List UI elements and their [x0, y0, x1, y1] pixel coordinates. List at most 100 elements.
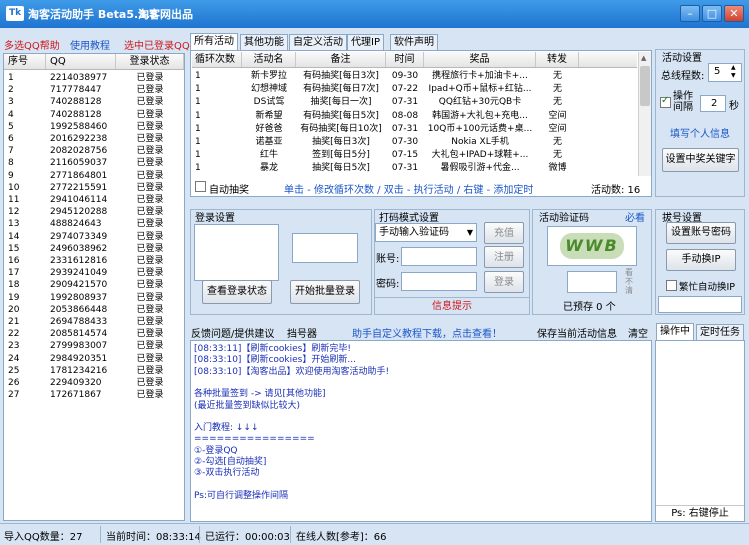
qq-table-row[interactable]: 7 2082028756 已登录 — [4, 145, 184, 157]
qq-table-row[interactable]: 6 2016292238 已登录 — [4, 133, 184, 145]
clear-log-link[interactable]: 清空 — [628, 325, 648, 340]
activity-table-header: 循环次数 活动名 备注 时间 奖品 转发 — [192, 52, 637, 68]
register-button[interactable]: 注册 — [484, 246, 524, 268]
qq-table-row[interactable]: 9 2771864801 已登录 — [4, 170, 184, 182]
activity-header-name[interactable]: 活动名 — [242, 52, 296, 67]
stepper-arrows-icon[interactable]: ▲ ▼ — [731, 64, 736, 80]
activity-table-row[interactable]: 1 好爸爸 有码抽奖[每日10次] 07-31 10Q币+100元话费+桌... 空间 — [192, 123, 579, 136]
activity-header-forward[interactable]: 转发 — [536, 52, 579, 67]
manual-change-ip-button[interactable]: 手动换IP — [666, 249, 736, 271]
qq-table-row[interactable]: 2 717778447 已登录 — [4, 84, 184, 96]
activity-header-prize[interactable]: 奖品 — [424, 52, 536, 67]
qq-table-row[interactable]: 13 488824643 已登录 — [4, 218, 184, 230]
qq-table-row[interactable]: 1 2214038977 已登录 — [4, 72, 184, 84]
qq-table-row[interactable]: 3 740288128 已登录 — [4, 96, 184, 108]
qq-table-row[interactable]: 14 2974073349 已登录 — [4, 231, 184, 243]
qq-table-row[interactable]: 10 2772215591 已登录 — [4, 182, 184, 194]
captcha-password-input[interactable] — [401, 272, 477, 291]
tab-all-activities[interactable]: 所有活动 — [190, 33, 238, 50]
activity-table-row[interactable]: 1 红牛 签到[每日5分] 07-15 大礼包+IPAD+球鞋+... 无 — [192, 149, 579, 162]
batch-login-button[interactable]: 开始批量登录 — [290, 280, 360, 304]
scroll-up-icon[interactable]: ▲ — [641, 54, 646, 62]
activity-header-time[interactable]: 时间 — [386, 52, 424, 67]
qq-table-row[interactable]: 8 2116059037 已登录 — [4, 157, 184, 169]
qq-table-row[interactable]: 17 2939241049 已登录 — [4, 267, 184, 279]
qq-table-row[interactable]: 18 2909421570 已登录 — [4, 279, 184, 291]
captcha-login-button[interactable]: 登录 — [484, 271, 524, 293]
save-activity-info-link[interactable]: 保存当前活动信息 — [537, 325, 617, 340]
qq-table-row[interactable]: 22 2085814574 已登录 — [4, 328, 184, 340]
multi-qq-help-link[interactable]: 多选QQ帮助 — [4, 37, 60, 52]
captcha-input[interactable] — [567, 271, 617, 293]
must-read-link[interactable]: 必看 — [625, 209, 645, 224]
activity-row-forward: 无 — [552, 137, 562, 147]
activity-table-row[interactable]: 1 新希望 有码抽奖[每日5次] 08-08 韩国游+大礼包+充电... 空间 — [192, 110, 579, 123]
minimize-button[interactable]: – — [680, 5, 700, 22]
tab-other-functions[interactable]: 其他功能 — [240, 34, 288, 50]
auto-draw-checkbox[interactable] — [195, 181, 206, 192]
captcha-image[interactable]: WWB — [547, 226, 637, 266]
qq-table-row[interactable]: 16 2331612816 已登录 — [4, 255, 184, 267]
qq-table-row[interactable]: 11 2941046114 已登录 — [4, 194, 184, 206]
probe-link[interactable]: 挡号器 — [287, 325, 317, 340]
qq-table-row[interactable]: 25 1781234216 已登录 — [4, 365, 184, 377]
tab-scheduled-tasks[interactable]: 定时任务 — [696, 324, 744, 340]
qq-table-row[interactable]: 15 2496038962 已登录 — [4, 243, 184, 255]
activity-header-loops[interactable]: 循环次数 — [192, 52, 242, 67]
qq-table-row[interactable]: 5 1992588460 已登录 — [4, 121, 184, 133]
interval-input[interactable]: 2 — [700, 95, 726, 112]
log-output[interactable]: [08:33:11]【刷新cookies】刷新完毕! [08:33:10]【刷新c… — [190, 340, 652, 522]
chevron-down-icon[interactable]: ▼ — [467, 224, 473, 241]
interval-label: 操作间隔 — [673, 91, 693, 113]
custom-tutorial-link[interactable]: 助手自定义教程下载，点击查看！ — [352, 325, 502, 340]
activity-header-note[interactable]: 备注 — [296, 52, 386, 67]
qq-row-number: 488824643 — [50, 219, 102, 230]
thread-count-stepper[interactable]: 5 ▲ ▼ — [708, 63, 742, 82]
activity-table-row[interactable]: 1 幻想神域 有码抽奖[每日7次] 07-22 Ipad+Q币+鼠标+红钻... 无 — [192, 83, 579, 96]
activity-table-row[interactable]: 1 新卡罗拉 有码抽奖[每日3次] 09-30 携程旅行卡+加油卡+... 无 — [192, 70, 579, 83]
recharge-button[interactable]: 充值 — [484, 222, 524, 244]
close-button[interactable]: ✕ — [724, 5, 744, 22]
qq-header-index[interactable]: 序号 — [4, 54, 46, 69]
refresh-captcha-link[interactable]: 看不清 — [625, 268, 635, 295]
activity-table[interactable]: 循环次数 活动名 备注 时间 奖品 转发 1 新卡罗拉 有码抽奖[每日3次] 09-3… — [192, 52, 637, 176]
log-line: (最近批量签到缺似比较大) — [194, 400, 301, 411]
qq-header-status[interactable]: 登录状态 — [116, 54, 184, 69]
activity-scrollbar[interactable]: ▲ — [638, 52, 651, 176]
qq-table-row[interactable]: 27 172671867 已登录 — [4, 389, 184, 401]
fill-info-link[interactable]: 填写个人信息 — [670, 125, 730, 140]
thread-count-value: 5 — [714, 66, 721, 77]
tab-custom-activities[interactable]: 自定义活动 — [289, 34, 347, 50]
activity-row-name: DS试驾 — [253, 97, 285, 108]
qq-table-row[interactable]: 19 1992808937 已登录 — [4, 292, 184, 304]
activity-row-name: 暴龙 — [259, 163, 278, 174]
activity-table-row[interactable]: 1 DS试驾 抽奖[每日一次] 07-31 QQ红钻+30元QB卡 无 — [192, 96, 579, 109]
interval-checkbox[interactable] — [660, 95, 671, 108]
tutorial-link[interactable]: 使用教程 — [70, 37, 110, 52]
tab-operating[interactable]: 操作中 — [656, 323, 694, 340]
maximize-button[interactable]: □ — [702, 5, 722, 22]
select-logged-qq-link[interactable]: 选中已登录QQ — [124, 37, 190, 52]
captcha-mode-select[interactable]: 手动输入验证码 ▼ — [375, 223, 477, 242]
set-account-password-button[interactable]: 设置账号密码 — [666, 222, 736, 244]
activity-scroll-thumb[interactable] — [640, 66, 650, 106]
activity-table-row[interactable]: 1 暴龙 抽奖[每日5次] 07-31 暑假吸引游+代金... 微博 — [192, 162, 579, 175]
tab-proxy-ip[interactable]: 代理IP — [347, 34, 384, 50]
qq-table-row[interactable]: 4 740288128 已登录 — [4, 109, 184, 121]
busy-auto-ip-checkbox[interactable] — [666, 280, 677, 291]
qq-table-row[interactable]: 21 2694788433 已登录 — [4, 316, 184, 328]
feedback-link[interactable]: 反馈问题/提供建议 — [191, 325, 274, 340]
set-keyword-button[interactable]: 设置中奖关键字 — [662, 148, 739, 172]
qq-table-row[interactable]: 23 2799983007 已登录 — [4, 340, 184, 352]
qq-header-qq[interactable]: QQ — [46, 54, 116, 69]
check-login-status-button[interactable]: 查看登录状态 — [202, 280, 272, 304]
tab-software-statement[interactable]: 软件声明 — [390, 34, 438, 50]
qq-table-row[interactable]: 12 2945120288 已登录 — [4, 206, 184, 218]
qq-list[interactable]: 序号 QQ 登录状态 1 2214038977 已登录 2 717778447 已登录 3 7… — [3, 53, 185, 521]
operation-list[interactable]: Ps: 右键停止 — [655, 340, 745, 522]
qq-table-row[interactable]: 24 2984920351 已登录 — [4, 353, 184, 365]
captcha-account-input[interactable] — [401, 247, 477, 266]
activity-table-row[interactable]: 1 诺基亚 抽奖[每日3次] 07-30 Nokia XL手机 无 — [192, 136, 579, 149]
qq-table-row[interactable]: 20 2053866448 已登录 — [4, 304, 184, 316]
qq-table-row[interactable]: 26 229409320 已登录 — [4, 377, 184, 389]
